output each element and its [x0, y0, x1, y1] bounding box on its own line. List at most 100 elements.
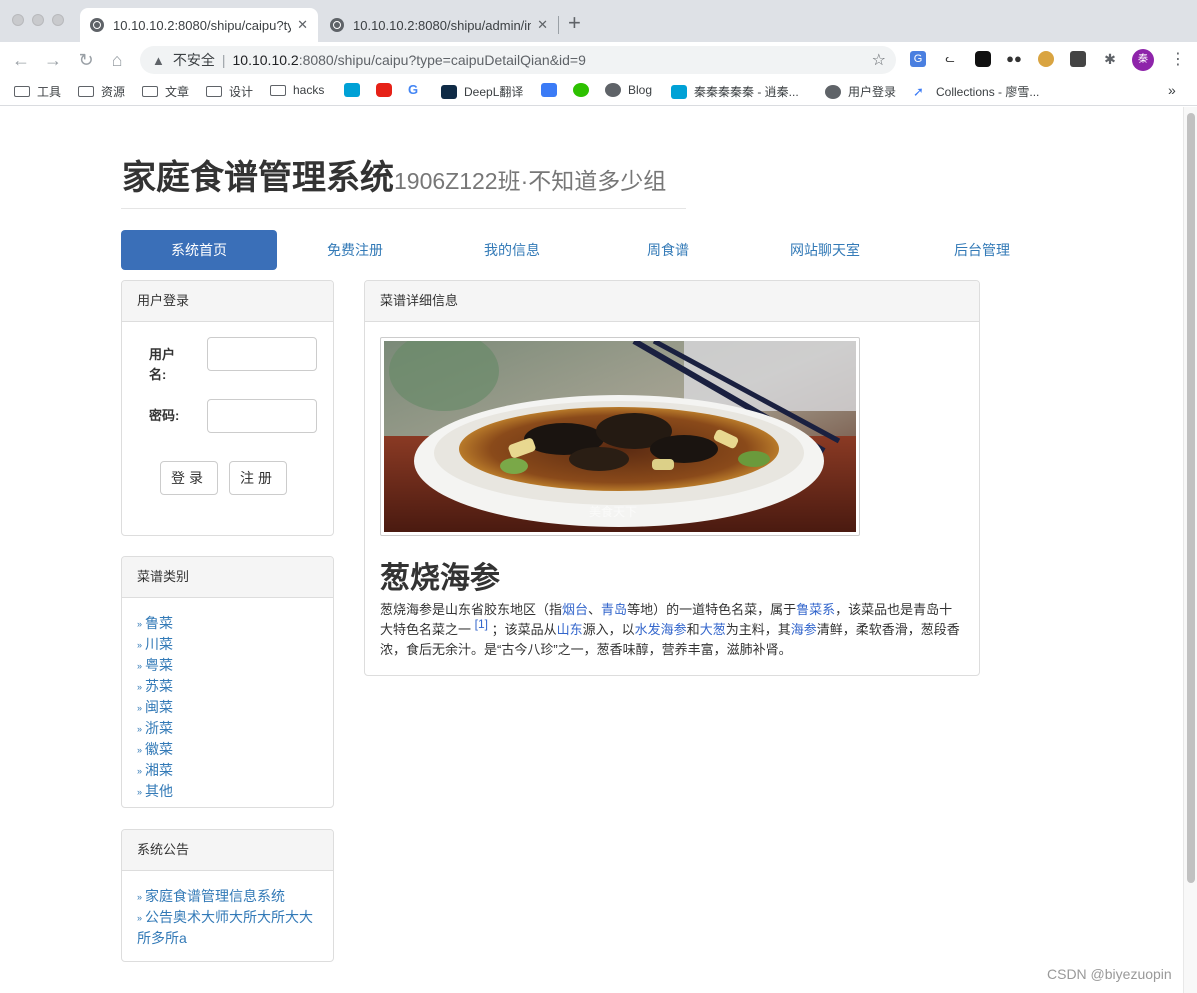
notice-link[interactable]: » 家庭食谱管理信息系统: [137, 886, 322, 907]
reload-icon[interactable]: ↻: [75, 49, 97, 71]
category-link[interactable]: » 川菜: [137, 634, 173, 655]
category-label: 闽菜: [145, 699, 174, 715]
bookmarks-overflow-icon[interactable]: »: [1168, 82, 1176, 98]
scrollbar-thumb[interactable]: [1187, 113, 1195, 883]
desc-link-lu-cuisine[interactable]: 鲁菜系: [796, 602, 835, 617]
tab-title: 10.10.10.2:8080/shipu/caipu?type=caipuDe…: [113, 17, 292, 33]
folder-icon: [78, 86, 94, 97]
bullet-icon: »: [137, 661, 143, 671]
recipe-detail-panel: 菜谱详细信息 美食天下 葱烧海参 葱烧海参是山东省胶东地区（指烟台、青岛等地）的…: [364, 280, 980, 676]
bookmark-item[interactable]: 秦秦秦秦秦 - 逍秦...: [671, 83, 799, 100]
bookmark-item[interactable]: [573, 83, 596, 97]
category-label: 徽菜: [145, 741, 174, 757]
recipe-detail-heading: 菜谱详细信息: [365, 281, 979, 322]
forward-icon[interactable]: →: [42, 49, 64, 71]
bookmark-star-icon[interactable]: ☆: [872, 50, 886, 70]
translate-extension-icon[interactable]: G: [910, 51, 926, 67]
bullet-icon: »: [137, 745, 143, 755]
recipe-photo: 美食天下: [384, 341, 856, 532]
close-window-button[interactable]: [12, 14, 24, 26]
bookmark-item[interactable]: DeepL翻译: [441, 83, 523, 100]
warning-icon[interactable]: ▲: [152, 53, 165, 68]
categories-panel-heading: 菜谱类别: [122, 557, 333, 598]
category-link[interactable]: » 鲁菜: [137, 613, 173, 634]
address-divider: |: [221, 52, 226, 68]
bookmark-item[interactable]: [344, 83, 367, 97]
username-input[interactable]: [207, 337, 317, 371]
back-icon[interactable]: ←: [10, 49, 32, 71]
bookmark-item[interactable]: 工具: [14, 83, 61, 100]
bookmark-item[interactable]: 用户登录: [825, 83, 896, 100]
nav-weekly-recipes[interactable]: 周食谱: [590, 230, 746, 270]
desc-link-sea-cucumber[interactable]: 海参: [791, 622, 817, 637]
password-input[interactable]: [207, 399, 317, 433]
close-tab-icon[interactable]: ✕: [297, 17, 308, 33]
login-button[interactable]: 登录: [160, 461, 218, 495]
new-tab-icon[interactable]: +: [568, 12, 581, 34]
browser-tab-active[interactable]: 10.10.10.2:8080/shipu/caipu?type=caipuDe…: [80, 8, 318, 42]
home-icon[interactable]: ⌂: [106, 49, 128, 71]
nav-admin[interactable]: 后台管理: [904, 230, 1060, 270]
close-tab-icon[interactable]: ✕: [537, 17, 548, 33]
bookmark-item[interactable]: Blog: [605, 83, 652, 97]
desc-link-qingdao[interactable]: 青岛: [601, 602, 627, 617]
notice-link[interactable]: » 公告奥术大师大所大所大大所多所a: [137, 907, 322, 948]
category-label: 浙菜: [145, 720, 174, 736]
cube-extension-icon[interactable]: [1070, 51, 1086, 67]
dots-extension-icon[interactable]: ●●: [1006, 51, 1022, 67]
nav-home[interactable]: 系统首页: [121, 230, 277, 270]
recipe-photo-illustration: 美食天下: [384, 341, 856, 532]
desc-link-yantai[interactable]: 烟台: [562, 602, 588, 617]
browser-menu-icon[interactable]: ⋮: [1170, 49, 1186, 69]
bookmark-item[interactable]: [376, 83, 399, 97]
nav-register[interactable]: 免费注册: [277, 230, 433, 270]
desc-link-scallion[interactable]: 大葱: [700, 622, 726, 637]
zoom-window-button[interactable]: [52, 14, 64, 26]
category-link[interactable]: » 浙菜: [137, 718, 173, 739]
category-link[interactable]: » 湘菜: [137, 760, 173, 781]
tampermonkey-extension-icon[interactable]: [975, 51, 991, 67]
categories-panel: 菜谱类别 » 鲁菜 » 川菜 » 粤菜 » 苏菜 » 闽菜 » 浙菜 » 徽菜 » 湘菜 » 其他: [121, 556, 334, 808]
csdn-watermark: CSDN @biyezuopin: [1047, 966, 1172, 982]
nav-chat-room[interactable]: 网站聊天室: [747, 230, 903, 270]
bookmark-item[interactable]: G: [408, 83, 431, 97]
globe-icon: [90, 18, 104, 32]
minimize-window-button[interactable]: [32, 14, 44, 26]
category-label: 湘菜: [145, 762, 174, 778]
desc-text: 为主料，其: [725, 622, 791, 637]
address-host: 10.10.10.2: [232, 52, 299, 68]
bilibili-icon: [671, 84, 687, 99]
bookmark-item[interactable]: 文章: [142, 83, 189, 100]
bullet-icon: »: [137, 619, 143, 629]
bookmark-item[interactable]: [541, 83, 564, 97]
bookmark-item[interactable]: ➚ Collections - 廖雪...: [913, 83, 1039, 100]
page-scrollbar[interactable]: [1183, 107, 1197, 993]
puzzle-extensions-icon[interactable]: ✱: [1102, 51, 1118, 67]
login-panel-heading: 用户登录: [122, 281, 333, 322]
address-bar[interactable]: ▲ 不安全 | 10.10.10.2:8080/shipu/caipu?type…: [140, 46, 896, 74]
main-nav: 系统首页 免费注册 我的信息 周食谱 网站聊天室 后台管理: [121, 230, 1010, 270]
desc-link-sea-cucumber-soaked[interactable]: 水发海参: [635, 622, 687, 637]
browser-tab[interactable]: 10.10.10.2:8080/shipu/admin/index.jsp ✕: [320, 8, 558, 42]
category-link[interactable]: » 徽菜: [137, 739, 173, 760]
bullet-icon: »: [137, 703, 143, 713]
profile-avatar[interactable]: 秦: [1132, 49, 1154, 71]
desc-text: 葱烧海参是山东省胶东地区（指: [380, 602, 563, 617]
bookmark-item[interactable]: hacks: [270, 83, 324, 97]
cat-extension-icon[interactable]: ᓚ: [942, 51, 958, 67]
bookmark-label: 文章: [165, 85, 190, 99]
desc-reference-link[interactable]: [1]: [475, 617, 488, 631]
browser-toolbar: ← → ↻ ⌂ ▲ 不安全 | 10.10.10.2:8080/shipu/ca…: [0, 42, 1197, 78]
desc-link-shandong[interactable]: 山东: [557, 622, 583, 637]
category-link[interactable]: » 粤菜: [137, 655, 173, 676]
cookie-extension-icon[interactable]: [1038, 51, 1054, 67]
nav-my-info[interactable]: 我的信息: [434, 230, 590, 270]
category-link[interactable]: » 苏菜: [137, 676, 173, 697]
bookmark-item[interactable]: 设计: [206, 83, 253, 100]
category-link[interactable]: » 其他: [137, 781, 173, 802]
bookmark-item[interactable]: 资源: [78, 83, 125, 100]
security-label[interactable]: 不安全: [173, 50, 215, 70]
category-link[interactable]: » 闽菜: [137, 697, 173, 718]
register-button[interactable]: 注册: [229, 461, 287, 495]
photo-watermark: 美食天下: [589, 504, 637, 519]
